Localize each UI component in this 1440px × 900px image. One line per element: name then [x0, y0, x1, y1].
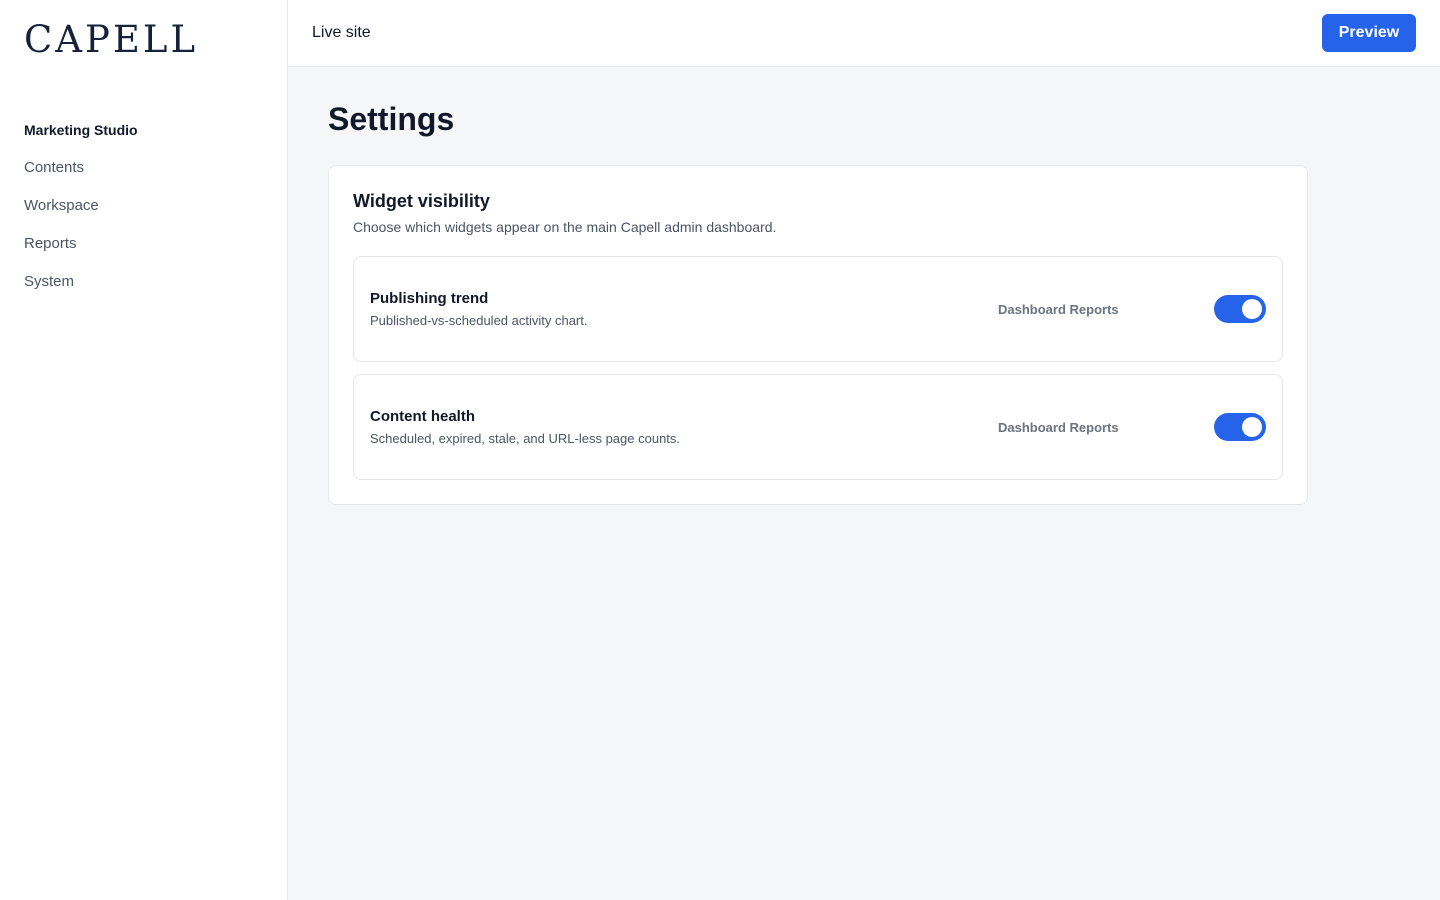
widget-description: Published-vs-scheduled activity chart. — [370, 313, 588, 328]
widget-info: Publishing trend Published-vs-scheduled … — [370, 289, 998, 329]
main-area: Live site Preview Settings Widget visibi… — [288, 0, 1440, 900]
sidebar-item-workspace[interactable]: Workspace — [24, 187, 263, 225]
card-title: Widget visibility — [353, 191, 490, 211]
page-title: Settings — [328, 101, 455, 137]
app-shell: CAPELL Marketing Studio Contents Workspa… — [0, 0, 1440, 900]
preview-button[interactable]: Preview — [1322, 14, 1416, 52]
content-health-toggle[interactable] — [1214, 413, 1266, 441]
sidebar-nav: Marketing Studio Contents Workspace Repo… — [24, 111, 263, 301]
live-site-link[interactable]: Live site — [312, 24, 371, 42]
toggle-knob — [1242, 299, 1262, 319]
widget-visibility-card: Widget visibility Choose which widgets a… — [328, 165, 1308, 505]
widget-info: Content health Scheduled, expired, stale… — [370, 407, 998, 447]
widget-name: Publishing trend — [370, 290, 489, 307]
widget-name: Content health — [370, 408, 475, 425]
sidebar-item-system[interactable]: System — [24, 263, 263, 301]
widget-row-publishing-trend: Publishing trend Published-vs-scheduled … — [353, 256, 1283, 362]
sidebar-item-contents[interactable]: Contents — [24, 149, 263, 187]
brand-logo[interactable]: CAPELL — [24, 20, 263, 60]
topbar: Live site Preview — [288, 0, 1440, 67]
toggle-knob — [1242, 417, 1262, 437]
card-description: Choose which widgets appear on the main … — [353, 219, 777, 235]
widget-tag: Dashboard Reports — [998, 419, 1119, 435]
widget-row-content-health: Content health Scheduled, expired, stale… — [353, 374, 1283, 480]
page-content: Settings Widget visibility Choose which … — [288, 67, 1440, 539]
sidebar: CAPELL Marketing Studio Contents Workspa… — [0, 0, 288, 900]
sidebar-item-reports[interactable]: Reports — [24, 225, 263, 263]
widget-description: Scheduled, expired, stale, and URL-less … — [370, 431, 681, 446]
sidebar-section-title: Marketing Studio — [24, 122, 138, 138]
widget-tag: Dashboard Reports — [998, 301, 1119, 317]
publishing-trend-toggle[interactable] — [1214, 295, 1266, 323]
